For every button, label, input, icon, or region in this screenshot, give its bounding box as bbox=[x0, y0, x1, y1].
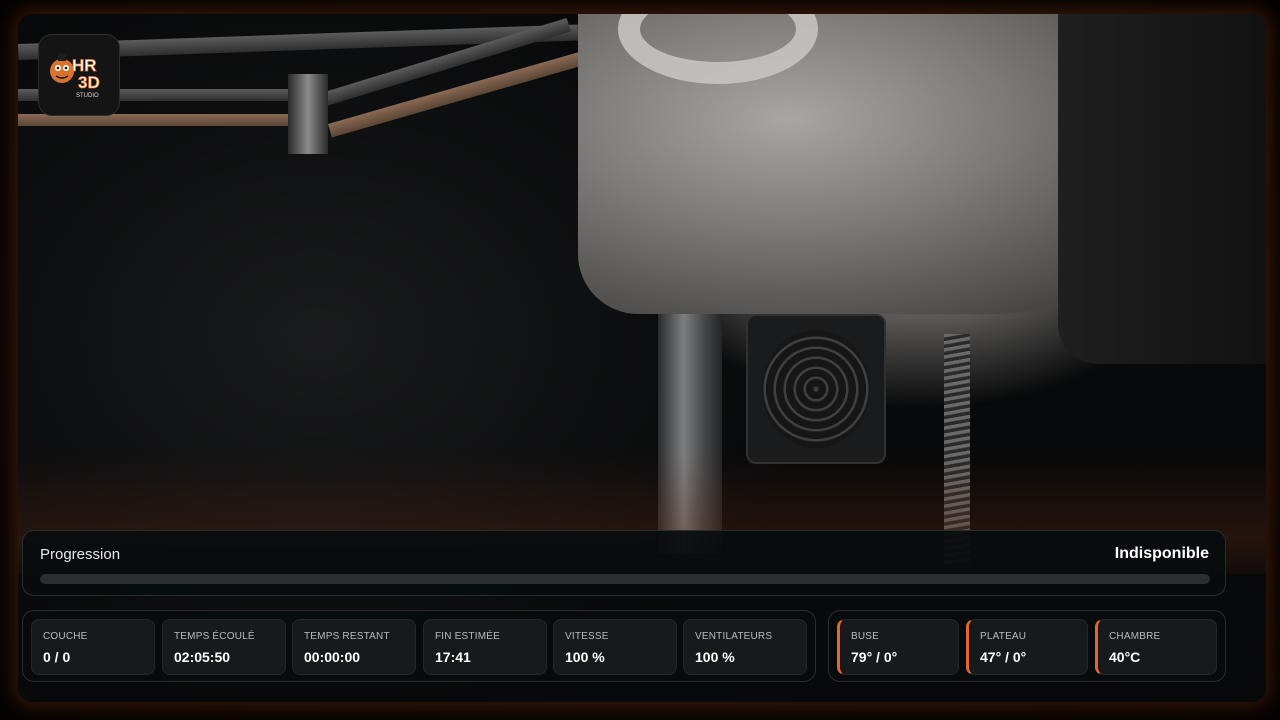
brand-logo: HR 3D STUDIO bbox=[38, 34, 120, 116]
camera-feed: HR 3D STUDIO bbox=[18, 14, 1266, 702]
stat-label: VITESSE bbox=[565, 631, 609, 642]
stat-value: 00:00:00 bbox=[304, 649, 361, 665]
stat-value: 100 % bbox=[695, 649, 735, 665]
stat-label: VENTILATEURS bbox=[695, 631, 773, 642]
stat-value: 02:05:50 bbox=[174, 649, 231, 665]
temp-label: PLATEAU bbox=[980, 631, 1027, 642]
progress-label: Progression bbox=[40, 546, 121, 563]
stat-label: TEMPS ÉCOULÉ bbox=[174, 631, 255, 642]
stat-card-speed: VITESSE 100 % bbox=[553, 619, 677, 675]
stat-card-fans: VENTILATEURS 100 % bbox=[683, 619, 807, 675]
temp-value: 40°C bbox=[1109, 649, 1141, 665]
mascot-logo-icon: HR 3D STUDIO bbox=[50, 54, 100, 99]
temp-label: CHAMBRE bbox=[1109, 631, 1161, 642]
progress-bar bbox=[40, 574, 1210, 584]
logo-subtext: STUDIO bbox=[76, 93, 99, 99]
temp-card-nozzle: BUSE 79° / 0° bbox=[837, 619, 959, 675]
progress-panel: Progression Indisponible bbox=[22, 530, 1226, 596]
temp-value: 79° / 0° bbox=[851, 649, 898, 665]
stat-card-remaining: TEMPS RESTANT 00:00:00 bbox=[292, 619, 416, 675]
toolhead-side bbox=[1058, 14, 1266, 364]
temp-card-bed: PLATEAU 47° / 0° bbox=[966, 619, 1088, 675]
fan-grill-icon bbox=[762, 330, 870, 448]
temp-card-chamber: CHAMBRE 40°C bbox=[1095, 619, 1217, 675]
stat-value: 100 % bbox=[565, 649, 605, 665]
stat-label: TEMPS RESTANT bbox=[304, 631, 390, 642]
logo-text-bottom: 3D bbox=[78, 73, 100, 92]
stat-card-eta: FIN ESTIMÉE 17:41 bbox=[423, 619, 547, 675]
print-stats-panel: COUCHE 0 / 0 TEMPS ÉCOULÉ 02:05:50 TEMPS… bbox=[22, 610, 816, 682]
stat-card-layer: COUCHE 0 / 0 bbox=[31, 619, 155, 675]
temp-value: 47° / 0° bbox=[980, 649, 1027, 665]
stat-label: COUCHE bbox=[43, 631, 88, 642]
progress-status: Indisponible bbox=[1114, 545, 1209, 562]
stat-value: 17:41 bbox=[435, 649, 471, 665]
stat-card-elapsed: TEMPS ÉCOULÉ 02:05:50 bbox=[162, 619, 286, 675]
temperatures-panel: BUSE 79° / 0° PLATEAU 47° / 0° CHAMBRE 4… bbox=[828, 610, 1226, 682]
stat-label: FIN ESTIMÉE bbox=[435, 631, 500, 642]
temp-label: BUSE bbox=[851, 631, 880, 642]
rail-bracket bbox=[288, 74, 328, 154]
stat-value: 0 / 0 bbox=[43, 649, 71, 665]
cooling-fan bbox=[746, 314, 886, 464]
